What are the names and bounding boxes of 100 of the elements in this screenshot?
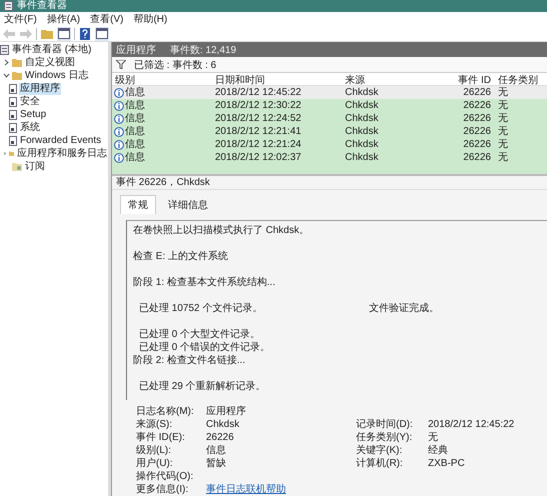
table-cell-text: 无: [497, 138, 509, 151]
field-value: 2018/2/12 12:45:22: [428, 418, 516, 431]
table-cell: 信息: [125, 138, 145, 151]
column-header[interactable]: 级别: [112, 73, 212, 87]
table-cell-text: Chkdsk: [344, 86, 380, 99]
table-cell-text: 26226: [462, 138, 492, 151]
info-icon: [114, 114, 124, 124]
message-line: 阶段 2: 检查文件名链接...: [133, 354, 246, 367]
table-cell-text: Chkdsk: [344, 151, 380, 164]
menu-item[interactable]: 查看(V): [90, 12, 124, 26]
table-cell-text: 无: [497, 86, 509, 99]
menu-item[interactable]: 帮助(H): [133, 12, 168, 26]
field-label: 事件 ID(E):: [136, 431, 186, 444]
tree-item[interactable]: 订阅: [24, 160, 46, 172]
table-cell-text: 26226: [462, 86, 492, 99]
filter-status: 已筛选 : 事件数 : 6: [134, 58, 216, 72]
filter-icon: [116, 60, 126, 69]
field-value: ZXB-PC: [428, 457, 466, 470]
table-cell-text: 26226: [462, 125, 492, 138]
message-line: 文件验证完成。: [369, 302, 439, 315]
message-line: 已处理 0 个大型文件记录。: [139, 328, 260, 341]
tree-item[interactable]: 自定义视图: [24, 56, 76, 68]
field-value: 应用程序: [206, 405, 247, 418]
menu-item[interactable]: 操作(A): [46, 12, 80, 26]
event-count: 事件数: 12,419: [170, 44, 236, 56]
info-icon: [114, 126, 124, 136]
help-link[interactable]: 事件日志联机帮助: [206, 483, 356, 496]
tree-item[interactable]: 应用程序和服务日志: [16, 148, 108, 160]
table-cell-text: Chkdsk: [344, 99, 380, 112]
panel-icon[interactable]: [95, 26, 109, 40]
info-icon: [114, 152, 124, 162]
message-line: 已处理 0 个错误的文件记录。: [139, 341, 270, 354]
field-label: 记录时间(D):: [356, 418, 414, 431]
table-cell: 信息: [125, 99, 145, 112]
chevron-right-icon[interactable]: [3, 59, 10, 66]
table-cell: 信息: [125, 112, 145, 125]
subscription-icon: [12, 162, 22, 171]
field-label: 操作代码(O):: [136, 470, 194, 483]
log-icon: [9, 96, 17, 106]
table-cell: 信息: [125, 86, 145, 99]
tree-item[interactable]: 应用程序: [19, 82, 61, 94]
message-line: 已处理 10752 个文件记录。: [139, 302, 264, 315]
message-line: 已处理 29 个重新解析记录。: [139, 380, 266, 393]
log-title: 应用程序: [116, 44, 156, 56]
field-label: 来源(S):: [136, 418, 174, 431]
field-value: 26226: [206, 431, 235, 444]
tab[interactable]: 详细信息: [160, 195, 216, 214]
message-line: 在卷快照上以扫描模式执行了 Chkdsk。: [133, 224, 310, 237]
tree-item[interactable]: 系统: [19, 122, 41, 134]
tab[interactable]: 常规: [120, 195, 156, 214]
info-icon: [114, 140, 124, 150]
info-icon: [114, 88, 124, 98]
table-cell-text: 无: [497, 125, 509, 138]
tree-item[interactable]: Windows 日志: [24, 70, 90, 82]
table-cell-text: Chkdsk: [344, 138, 380, 151]
column-header[interactable]: 来源: [342, 73, 442, 87]
table-cell-text: 2018/2/12 12:21:41: [214, 125, 302, 138]
table-cell-text: 26226: [462, 112, 492, 125]
panel-icon[interactable]: [57, 26, 71, 40]
event-title: 事件 26226，Chkdsk: [112, 176, 547, 190]
field-value: 无: [428, 431, 439, 444]
help-icon[interactable]: [78, 26, 92, 40]
column-header[interactable]: 任务类别: [495, 73, 547, 87]
chevron-right-icon[interactable]: [3, 150, 7, 157]
message-line: 阶段 1: 检查基本文件系统结构...: [133, 276, 276, 289]
table-cell-text: 2018/2/12 12:30:22: [214, 99, 302, 112]
table-cell-text: 2018/2/12 12:21:24: [214, 138, 302, 151]
field-label: 日志名称(M):: [136, 405, 195, 418]
log-icon: [9, 122, 17, 132]
table-cell-text: Chkdsk: [344, 125, 380, 138]
field-label: 计算机(R):: [356, 457, 404, 470]
log-viewer-icon: [0, 44, 9, 54]
info-icon: [114, 100, 124, 110]
chevron-down-icon[interactable]: [3, 72, 10, 79]
log-icon: [9, 110, 17, 120]
event-row[interactable]: 信息 2018/2/12 12:45:22 Chkdsk 26226 无: [112, 86, 547, 99]
field-label: 级别(L):: [136, 444, 172, 457]
table-cell-text: 2018/2/12 12:24:52: [214, 112, 302, 125]
message-line: 检查 E: 上的文件系统: [133, 250, 228, 263]
column-header[interactable]: 事件 ID: [442, 73, 495, 87]
table-cell-text: Chkdsk: [344, 112, 380, 125]
table-cell-text: 26226: [462, 99, 492, 112]
log-icon: [9, 136, 17, 146]
tree-item[interactable]: 安全: [19, 96, 41, 108]
tree-item[interactable]: Setup: [19, 108, 48, 120]
field-label: 更多信息(I):: [136, 483, 190, 496]
field-value: Chkdsk: [206, 418, 240, 431]
table-cell-text: 2018/2/12 12:45:22: [214, 86, 302, 99]
column-header[interactable]: 日期和时间: [212, 73, 342, 87]
field-label: 用户(U):: [136, 457, 174, 470]
window-title: 事件查看器: [17, 0, 67, 12]
table-cell-text: 无: [497, 151, 509, 164]
table-cell: 信息: [125, 125, 145, 138]
tree-item[interactable]: Forwarded Events: [19, 134, 102, 146]
table-cell-text: 无: [497, 112, 509, 125]
field-label: 关键字(K):: [356, 444, 404, 457]
tree-item[interactable]: 事件查看器 (本地): [11, 44, 92, 56]
field-value: 暂缺: [206, 457, 227, 470]
table-cell-text: 2018/2/12 12:02:37: [214, 151, 302, 164]
menu-item[interactable]: 文件(F): [4, 12, 37, 26]
